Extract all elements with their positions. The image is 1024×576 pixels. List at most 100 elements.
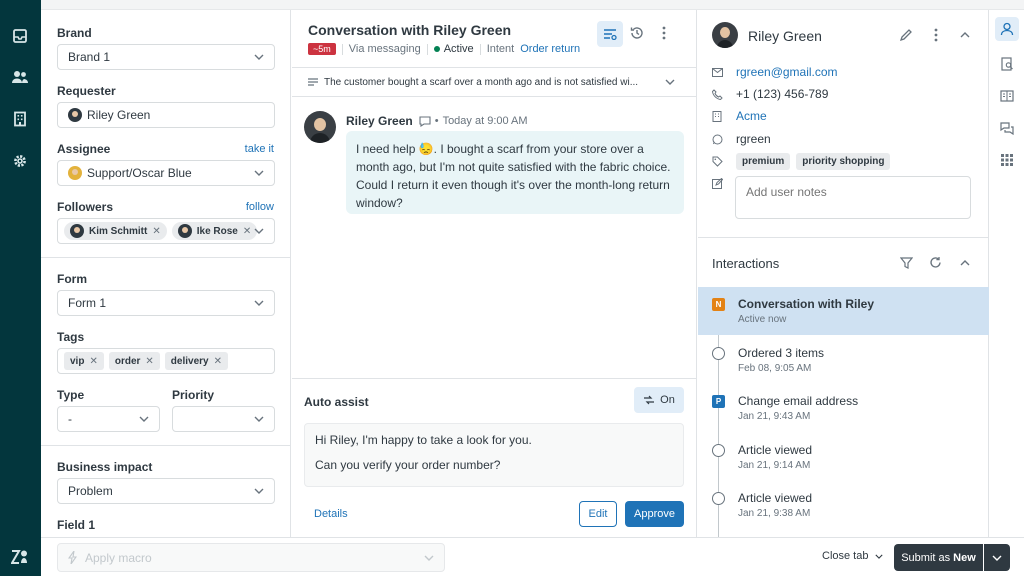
interactions-title: Interactions xyxy=(712,256,780,271)
filter-icon[interactable] xyxy=(900,257,913,269)
approve-button[interactable]: Approve xyxy=(625,501,684,527)
profile-marker-icon: P xyxy=(712,395,725,408)
tag-chip[interactable]: delivery ✕ xyxy=(164,352,228,370)
edit-pencil-icon[interactable] xyxy=(899,28,913,42)
edit-button[interactable]: Edit xyxy=(579,501,617,527)
remove-x-icon[interactable]: ✕ xyxy=(152,226,160,237)
summary-list-icon xyxy=(308,78,318,86)
zendesk-logo-icon[interactable] xyxy=(8,545,32,569)
book-icon[interactable] xyxy=(995,84,1019,108)
apply-macro-select[interactable]: Apply macro xyxy=(57,543,445,572)
side-conversations-icon[interactable] xyxy=(995,116,1019,140)
type-select[interactable]: - xyxy=(57,406,160,432)
interaction-title: Article viewed xyxy=(738,491,813,505)
remove-x-icon[interactable]: ✕ xyxy=(243,226,251,237)
interaction-item[interactable]: Article viewed Jan 21, 9:14 AM xyxy=(698,433,989,481)
timeline-node-icon xyxy=(712,347,725,360)
user-notes-input[interactable] xyxy=(735,176,971,219)
business-impact-select[interactable]: Problem xyxy=(57,478,275,504)
assignee-select[interactable]: Support/Oscar Blue xyxy=(57,160,275,186)
suggested-reply: Hi Riley, I'm happy to take a look for y… xyxy=(304,423,684,487)
divider xyxy=(341,43,343,55)
user-profile-icon[interactable] xyxy=(995,17,1019,41)
divider xyxy=(479,43,481,55)
remove-x-icon[interactable]: ✕ xyxy=(145,356,153,367)
interaction-item[interactable]: P Change email address Jan 21, 9:43 AM xyxy=(698,384,989,432)
interaction-item[interactable]: Ordered 3 items Feb 08, 9:05 AM xyxy=(698,336,989,384)
divider xyxy=(292,378,697,379)
interaction-title: Change email address xyxy=(738,394,859,408)
note-marker-icon: N xyxy=(712,298,725,311)
phone-icon xyxy=(712,88,724,100)
more-options-icon[interactable] xyxy=(934,28,938,42)
chevron-up-icon[interactable] xyxy=(960,260,970,266)
email-link[interactable]: rgreen@gmail.com xyxy=(736,65,838,79)
submit-status: New xyxy=(953,551,976,564)
details-link[interactable]: Details xyxy=(314,508,348,520)
follower-name: Kim Schmitt xyxy=(89,225,148,237)
settings-gear-icon[interactable] xyxy=(8,149,32,173)
user-tag[interactable]: premium xyxy=(736,153,791,170)
follower-avatar xyxy=(177,224,192,238)
interaction-title: Article viewed xyxy=(738,443,813,457)
tag-chip[interactable]: vip ✕ xyxy=(64,352,104,370)
form-select[interactable]: Form 1 xyxy=(57,290,275,316)
remove-x-icon[interactable]: ✕ xyxy=(89,356,97,367)
inbox-icon[interactable] xyxy=(8,24,32,48)
apps-grid-icon[interactable] xyxy=(995,148,1019,172)
user-avatar xyxy=(712,22,738,48)
interaction-item[interactable]: Article viewed Jan 21, 9:38 AM xyxy=(698,481,989,529)
interaction-subtitle: Jan 21, 9:38 AM xyxy=(738,508,811,519)
organizations-icon[interactable] xyxy=(8,107,32,131)
type-label: Type xyxy=(57,388,85,402)
intent-value-link[interactable]: Order return xyxy=(520,43,580,55)
close-tab-button[interactable]: Close tab xyxy=(822,550,884,562)
email-row: rgreen@gmail.com xyxy=(712,65,838,79)
summary-bar[interactable]: The customer bought a scarf over a month… xyxy=(292,68,697,96)
close-tab-label: Close tab xyxy=(822,550,869,562)
summary-text: The customer bought a scarf over a month… xyxy=(324,76,639,88)
customers-icon[interactable] xyxy=(8,65,32,89)
followers-field[interactable]: Kim Schmitt ✕ Ike Rose ✕ xyxy=(57,218,275,244)
user-tag[interactable]: priority shopping xyxy=(796,153,891,170)
message-author: Riley Green xyxy=(346,114,413,128)
tag-chip[interactable]: order ✕ xyxy=(108,352,160,370)
tag-text: delivery xyxy=(170,355,209,367)
user-context-panel: Riley Green rgreen@gmail.com +1 (123) 45… xyxy=(698,10,989,537)
auto-assist-toggle[interactable]: On xyxy=(634,387,684,413)
interaction-item[interactable]: N Conversation with Riley Active now xyxy=(698,287,989,335)
take-it-link[interactable]: take it xyxy=(245,143,274,155)
knowledge-search-icon[interactable] xyxy=(995,52,1019,76)
brand-select[interactable]: Brand 1 xyxy=(57,44,275,70)
requester-field[interactable]: Riley Green xyxy=(57,102,275,128)
divider xyxy=(292,96,697,97)
more-options-icon[interactable] xyxy=(662,26,666,40)
divider xyxy=(41,445,291,446)
priority-select[interactable] xyxy=(172,406,275,432)
field1-label: Field 1 xyxy=(57,518,96,532)
assignee-avatar xyxy=(68,166,82,180)
submit-options-button[interactable] xyxy=(984,544,1010,571)
note-icon xyxy=(712,178,723,189)
message-time: Today at 9:00 AM xyxy=(442,115,528,127)
tag-text: vip xyxy=(70,355,85,367)
context-rail xyxy=(990,10,1024,537)
remove-x-icon[interactable]: ✕ xyxy=(214,356,222,367)
suggested-reply-line: Can you verify your order number? xyxy=(315,458,501,472)
submit-as-button[interactable]: Submit as New xyxy=(894,544,983,571)
interaction-subtitle: Jan 21, 9:14 AM xyxy=(738,460,811,471)
suggested-reply-line: Hi Riley, I'm happy to take a look for y… xyxy=(315,433,532,447)
separator-dot: • xyxy=(434,115,439,127)
tags-field[interactable]: vip ✕ order ✕ delivery ✕ xyxy=(57,348,275,374)
refresh-icon[interactable] xyxy=(929,256,942,269)
interaction-subtitle: Jan 21, 9:43 AM xyxy=(738,411,811,422)
conversation-details-button[interactable] xyxy=(597,21,623,47)
auto-assist-title: Auto assist xyxy=(304,395,369,409)
follow-link[interactable]: follow xyxy=(246,201,274,213)
history-icon[interactable] xyxy=(629,25,645,41)
follower-chip[interactable]: Kim Schmitt ✕ xyxy=(64,222,167,240)
status-text: Active xyxy=(443,43,474,55)
follower-chip[interactable]: Ike Rose ✕ xyxy=(171,222,258,240)
org-link[interactable]: Acme xyxy=(736,109,767,123)
chevron-up-icon[interactable] xyxy=(960,32,970,38)
